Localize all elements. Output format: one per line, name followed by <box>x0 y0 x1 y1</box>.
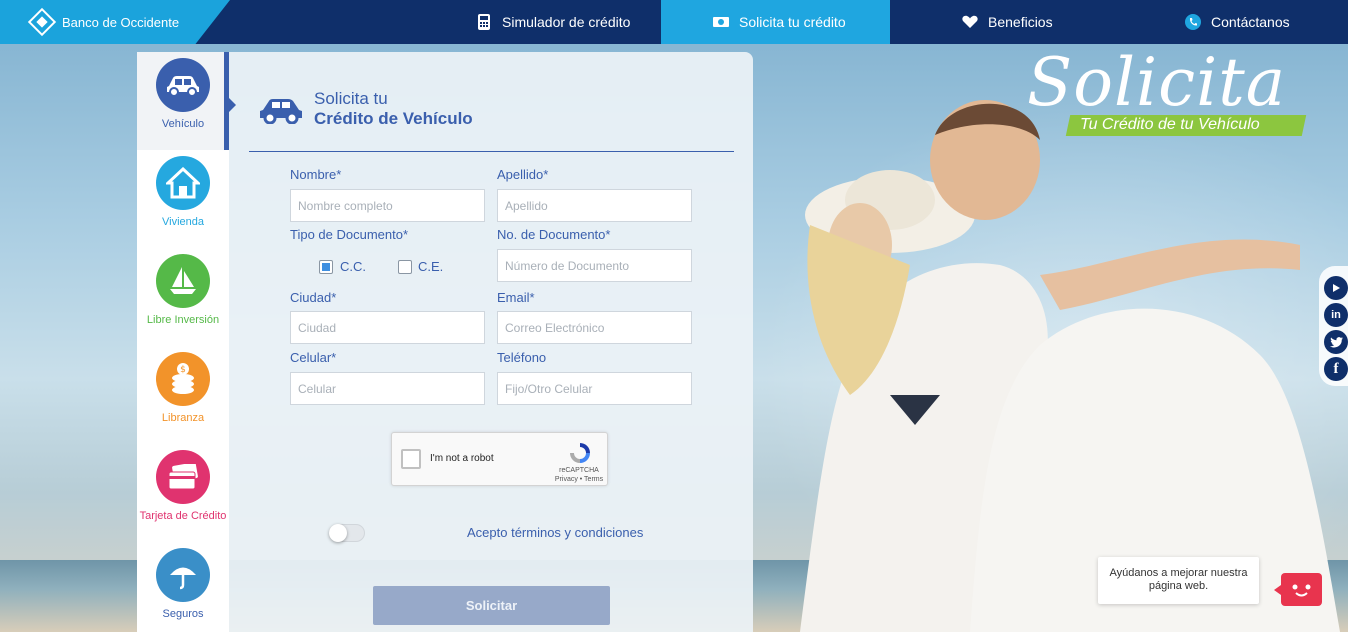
category-seguros-label: Seguros <box>162 608 204 620</box>
recaptcha-text: I'm not a robot <box>430 453 494 464</box>
form-title-line1: Solicita tu <box>314 89 388 108</box>
title-divider <box>249 151 734 152</box>
facebook-icon[interactable]: f <box>1324 357 1348 381</box>
calculator-icon <box>476 14 492 30</box>
tipo-documento-label: Tipo de Documento* <box>290 227 409 242</box>
feedback-bot-icon[interactable] <box>1274 573 1322 606</box>
category-seguros[interactable]: Seguros <box>137 548 229 621</box>
nombre-label: Nombre* <box>290 167 342 182</box>
twitter-icon[interactable] <box>1324 330 1348 354</box>
nav-solicita-label: Solicita tu crédito <box>739 14 846 30</box>
sailboat-icon <box>156 254 210 308</box>
category-libre-inversion-label: Libre Inversión <box>146 314 220 326</box>
svg-text:$: $ <box>180 365 186 375</box>
ce-checkbox[interactable] <box>398 260 412 274</box>
nav-contactanos[interactable]: Contáctanos <box>1185 0 1290 44</box>
category-vivienda[interactable]: Vivienda <box>137 156 229 229</box>
brand-logo[interactable]: Banco de Occidente <box>0 0 230 44</box>
nav-solicita[interactable]: Solicita tu crédito <box>661 0 890 44</box>
nav-beneficios[interactable]: Beneficios <box>962 0 1053 44</box>
category-vehiculo[interactable]: Vehículo <box>137 52 229 150</box>
recaptcha-brand-text: reCAPTCHA <box>559 467 599 474</box>
category-vehiculo-label: Vehículo <box>161 118 205 130</box>
telefono-input[interactable] <box>497 372 692 405</box>
credit-card-icon <box>156 450 210 504</box>
category-tarjeta-credito-label: Tarjeta de Crédito <box>139 510 227 522</box>
feedback-text: Ayúdanos a mejorar nuestra página web. <box>1109 567 1248 592</box>
hero-couple-photo <box>800 100 1340 632</box>
terms-label[interactable]: Acepto términos y condiciones <box>467 525 643 540</box>
apellido-input[interactable] <box>497 189 692 222</box>
bank-logo-icon <box>27 7 57 37</box>
car-icon <box>156 58 210 112</box>
hero-title: Solicita <box>1027 44 1287 121</box>
recaptcha-widget: I'm not a robot reCAPTCHA Privacy • Term… <box>391 432 608 486</box>
nav-simulador-label: Simulador de crédito <box>502 14 631 30</box>
ciudad-input[interactable] <box>290 311 485 344</box>
brand-name: Banco de Occidente <box>62 14 180 30</box>
category-tarjeta-credito[interactable]: Tarjeta de Crédito <box>137 450 229 523</box>
celular-label: Celular* <box>290 350 337 365</box>
nav-beneficios-label: Beneficios <box>988 14 1053 30</box>
celular-input[interactable] <box>290 372 485 405</box>
toggle-knob <box>329 524 347 542</box>
category-vivienda-label: Vivienda <box>162 216 204 228</box>
hero-subtitle: Tu Crédito de tu Vehículo <box>1080 116 1260 133</box>
coins-icon: $ <box>156 352 210 406</box>
linkedin-icon[interactable]: in <box>1324 303 1348 327</box>
car-icon <box>260 99 302 124</box>
solicitar-button[interactable]: Solicitar <box>373 586 610 625</box>
ciudad-label: Ciudad* <box>290 290 337 305</box>
num-documento-input[interactable] <box>497 249 692 282</box>
recaptcha-brand: reCAPTCHA Privacy • Terms <box>552 466 606 484</box>
nombre-input[interactable] <box>290 189 485 222</box>
email-label: Email* <box>497 290 535 305</box>
category-libranza-label: Libranza <box>161 412 205 424</box>
top-navbar: Banco de Occidente Simulador de crédito … <box>0 0 1348 44</box>
cc-checkbox[interactable] <box>319 260 333 274</box>
nav-simulador[interactable]: Simulador de crédito <box>476 0 630 44</box>
email-input[interactable] <box>497 311 692 344</box>
house-icon <box>156 156 210 210</box>
apellido-label: Apellido* <box>497 167 549 182</box>
phone-icon <box>1185 14 1201 30</box>
social-rail: in f <box>1319 266 1348 386</box>
umbrella-icon <box>156 548 210 602</box>
heart-hands-icon <box>962 14 978 30</box>
ce-label: C.E. <box>418 259 444 274</box>
recaptcha-checkbox[interactable] <box>401 449 421 469</box>
cc-label: C.C. <box>340 259 366 274</box>
category-libre-inversion[interactable]: Libre Inversión <box>137 254 229 327</box>
play-icon[interactable] <box>1324 276 1348 300</box>
recaptcha-links[interactable]: Privacy • Terms <box>552 475 606 484</box>
num-documento-label: No. de Documento* <box>497 227 611 242</box>
recaptcha-icon <box>570 443 590 463</box>
form-title-line2: Crédito de Vehículo <box>314 109 473 128</box>
money-icon <box>713 14 729 30</box>
category-sidebar: Vehículo Vivienda Libre Inversión $ Libr… <box>137 52 229 632</box>
feedback-bubble[interactable]: Ayúdanos a mejorar nuestra página web. <box>1098 557 1259 604</box>
terms-toggle[interactable] <box>329 524 365 542</box>
category-libranza[interactable]: $ Libranza <box>137 352 229 425</box>
telefono-label: Teléfono <box>497 350 547 365</box>
panel-pointer <box>229 98 236 112</box>
nav-contactanos-label: Contáctanos <box>1211 14 1290 30</box>
